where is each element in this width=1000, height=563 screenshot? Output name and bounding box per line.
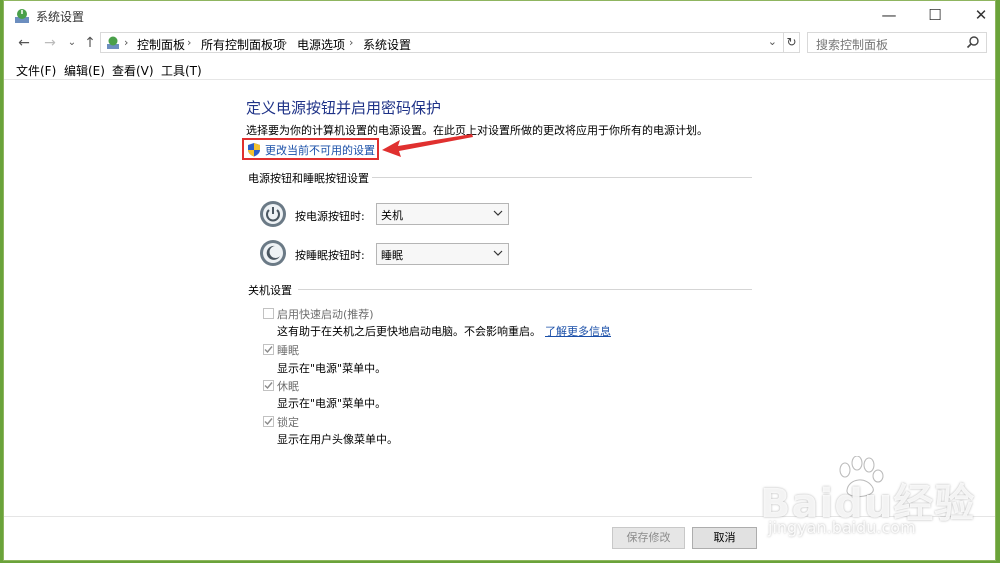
sleep-icon <box>260 240 286 266</box>
navigation-bar: ← → ⌄ ↑ › 控制面板 › 所有控制面板项 › 电源选项 › 系统设置 ⌄… <box>4 31 995 55</box>
section-divider <box>298 289 752 290</box>
baidu-watermark: Baidu经验 jingyan.baidu.com <box>760 456 990 544</box>
hibernate-option-description: 显示在"电源"菜单中。 <box>277 397 387 410</box>
title-bar: 系统设置 — ☐ ✕ <box>4 1 995 31</box>
breadcrumb-separator: › <box>283 36 288 49</box>
control-panel-icon <box>107 36 119 49</box>
sleep-checkbox[interactable] <box>263 344 274 355</box>
chevron-down-icon <box>493 210 503 216</box>
shutdown-section-title: 关机设置 <box>248 284 292 297</box>
menu-view[interactable]: 查看(V) <box>112 62 154 79</box>
power-section-title: 电源按钮和睡眠按钮设置 <box>248 172 369 185</box>
watermark-url: jingyan.baidu.com <box>768 518 916 537</box>
sleep-button-action-select[interactable]: 睡眠 <box>376 243 509 265</box>
search-box[interactable]: 搜索控制面板 <box>807 32 987 53</box>
sleep-button-action-value: 睡眠 <box>381 249 403 262</box>
fast-startup-desc-text: 这有助于在关机之后更快地启动电脑。不会影响重启。 <box>277 325 541 338</box>
breadcrumb-all-items[interactable]: 所有控制面板项 <box>201 36 285 53</box>
lock-checkbox[interactable] <box>263 416 274 427</box>
menu-tools[interactable]: 工具(T) <box>161 62 202 79</box>
hibernate-option-label: 休眠 <box>277 380 299 393</box>
uac-shield-icon <box>248 143 260 157</box>
power-icon <box>260 201 286 227</box>
checkmark-icon <box>264 418 273 426</box>
fast-startup-description: 这有助于在关机之后更快地启动电脑。不会影响重启。 了解更多信息 <box>277 323 611 339</box>
forward-arrow-icon[interactable]: → <box>40 34 60 52</box>
recent-chevron-icon[interactable]: ⌄ <box>62 34 82 52</box>
fast-startup-label: 启用快速启动(推荐) <box>277 308 374 321</box>
section-divider <box>372 177 752 178</box>
back-arrow-icon[interactable]: ← <box>14 34 34 52</box>
breadcrumb-system-settings[interactable]: 系统设置 <box>363 36 411 53</box>
search-placeholder: 搜索控制面板 <box>816 38 889 52</box>
hibernate-checkbox[interactable] <box>263 380 274 391</box>
window-title: 系统设置 <box>36 10 85 24</box>
breadcrumb-power-options[interactable]: 电源选项 <box>297 36 345 53</box>
page-description: 选择要为你的计算机设置的电源设置。在此页上对设置所做的更改将应用于你所有的电源计… <box>246 124 708 137</box>
save-changes-button[interactable]: 保存修改 <box>612 527 685 549</box>
power-button-label: 按电源按钮时: <box>295 210 365 223</box>
sleep-button-label: 按睡眠按钮时: <box>295 249 365 262</box>
learn-more-link[interactable]: 了解更多信息 <box>545 325 611 338</box>
address-dropdown-icon[interactable]: ⌄ <box>768 35 777 48</box>
sleep-option-description: 显示在"电源"菜单中。 <box>277 362 387 375</box>
breadcrumb-control-panel[interactable]: 控制面板 <box>137 36 185 53</box>
close-button[interactable]: ✕ <box>958 1 1000 31</box>
power-button-action-select[interactable]: 关机 <box>376 203 509 225</box>
sleep-option-label: 睡眠 <box>277 344 299 357</box>
search-icon[interactable] <box>966 35 980 49</box>
breadcrumb-separator: › <box>349 36 354 49</box>
lock-option-description: 显示在用户头像菜单中。 <box>277 433 398 446</box>
maximize-button[interactable]: ☐ <box>912 1 958 31</box>
menu-bar: 文件(F) 编辑(E) 查看(V) 工具(T) <box>4 59 995 80</box>
chevron-down-icon <box>493 250 503 256</box>
breadcrumb-separator: › <box>124 36 129 49</box>
minimize-button[interactable]: — <box>866 1 912 31</box>
refresh-icon[interactable]: ↻ <box>784 32 800 53</box>
cancel-button[interactable]: 取消 <box>692 527 757 549</box>
checkmark-icon <box>264 382 273 390</box>
power-button-action-value: 关机 <box>381 209 403 222</box>
up-arrow-icon[interactable]: ↑ <box>80 34 100 52</box>
checkmark-icon <box>264 346 273 354</box>
breadcrumb-separator: › <box>187 36 192 49</box>
address-bar[interactable]: › 控制面板 › 所有控制面板项 › 电源选项 › 系统设置 ⌄ <box>100 32 784 53</box>
lock-option-label: 锁定 <box>277 416 299 429</box>
menu-file[interactable]: 文件(F) <box>16 62 56 79</box>
menu-edit[interactable]: 编辑(E) <box>64 62 105 79</box>
fast-startup-checkbox[interactable] <box>263 308 274 319</box>
power-options-icon <box>15 9 29 23</box>
change-settings-highlight[interactable]: 更改当前不可用的设置 <box>242 138 379 160</box>
change-unavailable-settings-link[interactable]: 更改当前不可用的设置 <box>265 142 375 158</box>
page-title: 定义电源按钮并启用密码保护 <box>246 99 442 117</box>
annotation-arrow <box>382 134 473 157</box>
main-content: 定义电源按钮并启用密码保护 选择要为你的计算机设置的电源设置。在此页上对设置所做… <box>4 80 995 512</box>
